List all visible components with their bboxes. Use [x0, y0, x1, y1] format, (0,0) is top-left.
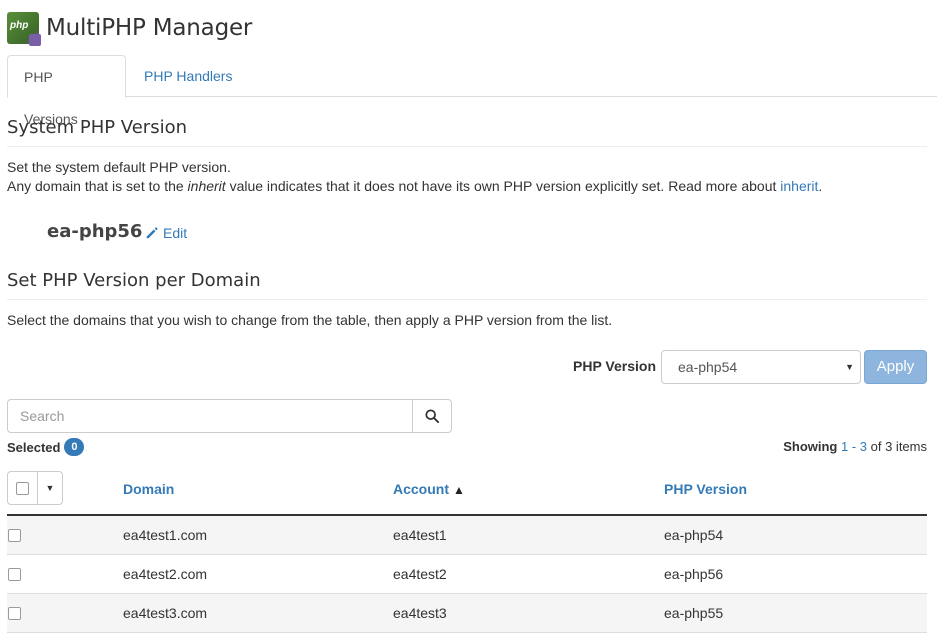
description-period: .	[818, 178, 823, 194]
inherit-italic: inherit	[187, 178, 226, 194]
row-checkbox[interactable]	[8, 529, 21, 542]
caret-down-icon: ▼	[45, 483, 55, 493]
tab-php-handlers[interactable]: PHP Handlers	[128, 55, 248, 97]
select-caret-icon: ▼	[845, 362, 854, 372]
column-header-account-label: Account	[393, 481, 449, 497]
table-row[interactable]: ea4test1.com ea4test1 ea-php54	[7, 516, 927, 555]
page-title: MultiPHP Manager	[46, 15, 253, 41]
table-row[interactable]: ea4test2.com ea4test2 ea-php56	[7, 555, 927, 594]
description-line-2-text: Any domain that is set to the	[7, 178, 188, 194]
description-line-1: Set the system default PHP version.	[7, 159, 231, 175]
php-version-select[interactable]: ea-php54 ▼	[661, 350, 861, 384]
search-button[interactable]	[412, 399, 452, 433]
table-header: ▼ Domain Account ▲ PHP Version	[7, 464, 927, 516]
pagination-summary: Showing 1 - 3 of 3 items	[783, 439, 927, 454]
multiphp-logo-icon: php	[7, 12, 41, 46]
edit-label: Edit	[163, 225, 188, 241]
cell-account: ea4test1	[393, 527, 447, 543]
row-checkbox[interactable]	[8, 607, 21, 620]
pencil-icon	[146, 227, 158, 239]
tab-php-versions[interactable]: PHP Versions	[7, 55, 126, 127]
system-php-version-value: ea-php56	[47, 221, 143, 242]
cell-account: ea4test3	[393, 605, 447, 621]
cell-domain: ea4test2.com	[123, 566, 208, 582]
sort-ascending-icon: ▲	[453, 483, 465, 497]
select-all-control: ▼	[7, 471, 63, 505]
select-all-checkbox[interactable]	[16, 481, 29, 495]
cell-php-version: ea-php56	[664, 566, 724, 582]
selected-label: Selected	[7, 439, 61, 455]
page-header: php MultiPHP Manager	[7, 11, 253, 46]
showing-suffix: of 3 items	[870, 439, 927, 454]
column-header-account[interactable]: Account ▲	[393, 481, 465, 497]
php-version-selected-value: ea-php54	[678, 359, 738, 375]
selected-count-badge: 0	[64, 438, 85, 456]
search-input[interactable]	[7, 399, 413, 433]
apply-button[interactable]: Apply	[864, 350, 927, 384]
section-divider	[7, 146, 927, 147]
description-line-2-rest: value indicates that it does not have it…	[225, 178, 781, 194]
cell-domain: ea4test3.com	[123, 605, 208, 621]
column-header-php-version[interactable]: PHP Version	[664, 481, 747, 497]
search-group	[7, 399, 452, 433]
logo-text: php	[10, 20, 29, 31]
showing-range: 1 - 3	[841, 439, 868, 454]
system-description: Set the system default PHP version. Any …	[7, 158, 822, 196]
search-icon	[425, 409, 439, 423]
tab-bar: PHP Versions PHP Handlers	[7, 55, 937, 127]
selected-count-indicator: Selected 0	[7, 438, 85, 456]
domains-table: ▼ Domain Account ▲ PHP Version ea4test1.c…	[7, 464, 927, 633]
cell-php-version: ea-php55	[664, 605, 724, 621]
select-all-dropdown-button[interactable]: ▼	[37, 471, 63, 505]
cell-php-version: ea-php54	[664, 527, 724, 543]
showing-label: Showing	[783, 439, 838, 454]
table-row[interactable]: ea4test3.com ea4test3 ea-php55	[7, 594, 927, 633]
section-divider	[7, 299, 927, 300]
row-checkbox[interactable]	[8, 568, 21, 581]
logo-accent	[29, 34, 41, 46]
column-header-domain[interactable]: Domain	[123, 481, 174, 497]
inherit-link[interactable]: inherit	[780, 178, 818, 194]
system-php-version-heading: System PHP Version	[7, 117, 187, 138]
select-all-checkbox-wrapper	[7, 471, 38, 505]
cell-account: ea4test2	[393, 566, 447, 582]
edit-system-version-link[interactable]: Edit	[145, 225, 187, 241]
per-domain-description: Select the domains that you wish to chan…	[7, 312, 613, 328]
php-version-label: PHP Version	[573, 358, 657, 374]
per-domain-heading: Set PHP Version per Domain	[7, 270, 261, 291]
cell-domain: ea4test1.com	[123, 527, 208, 543]
